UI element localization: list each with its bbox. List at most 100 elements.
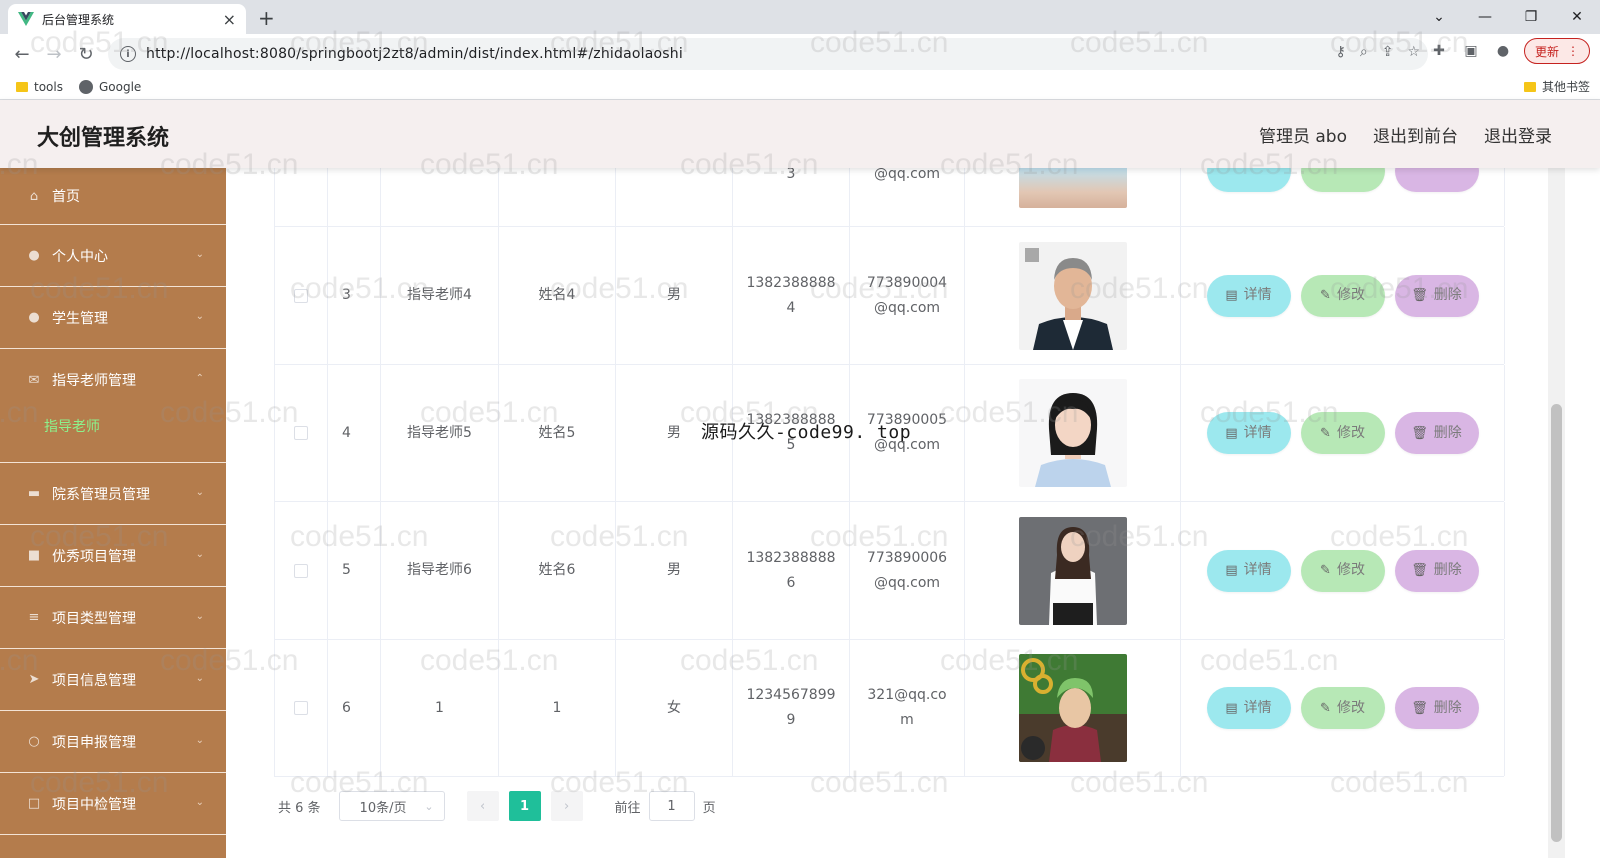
sidebar-item-teachers[interactable]: ✉ 指导老师管理 ⌃ 指导老师 — [0, 349, 226, 463]
page-number-active[interactable]: 1 — [508, 791, 541, 821]
delete-button[interactable]: 🗑 删除 — [1394, 412, 1479, 454]
row-checkbox[interactable] — [294, 701, 308, 715]
bookmark-label: Google — [98, 79, 142, 94]
chevron-down-icon: ⌄ — [195, 487, 204, 498]
detail-button[interactable]: ▤ 详情 — [1206, 274, 1291, 317]
browser-tab-bar: 后台管理系统 × + ⌄ — ❐ ✕ — [0, 0, 1600, 34]
edit-button[interactable]: ✎ 修改 — [1300, 687, 1385, 729]
phone-line-1: 1382388888 — [746, 549, 836, 566]
row-checkbox[interactable] — [294, 288, 308, 303]
next-page-button[interactable]: › — [550, 791, 583, 821]
detail-button[interactable]: ▤ 详情 — [1206, 412, 1291, 454]
tab-search-icon[interactable]: ⌄ — [1416, 0, 1462, 34]
bookmark-google[interactable]: Google — [78, 79, 142, 94]
exit-to-front-link[interactable]: 退出到前台 — [1373, 122, 1458, 147]
table-row: 3 指导老师4 姓名4 男 1382388888 4 773890004 @qq… — [274, 227, 1505, 365]
detail-button[interactable]: ▤ 详情 — [1206, 687, 1291, 729]
sidebar-item-project-types[interactable]: ≡ 项目类型管理 ⌄ — [0, 587, 226, 649]
side-panel-icon[interactable]: ▣ — [1460, 40, 1482, 62]
share-icon[interactable]: ⇪ — [1382, 44, 1394, 60]
man-portrait-photo — [1018, 241, 1127, 350]
sidebar-item-excellent-projects[interactable]: ■ 优秀项目管理 ⌄ — [0, 525, 226, 587]
back-icon[interactable]: ← — [6, 38, 38, 70]
row-checkbox[interactable] — [294, 426, 308, 440]
account-value: 指导老师4 — [407, 287, 472, 303]
app-title: 大创管理系统 — [37, 126, 170, 151]
restore-icon[interactable]: ❐ — [1508, 0, 1554, 34]
photo-cell — [965, 168, 1181, 226]
edit-label: 修改 — [1336, 287, 1365, 303]
square-icon: □ — [27, 796, 41, 811]
sidebar-item-midterm-check[interactable]: □ 项目中检管理 ⌄ — [0, 773, 226, 835]
chevron-down-icon: ⌄ — [195, 311, 204, 322]
delete-button[interactable]: 🗑 删除 — [1394, 549, 1479, 592]
zoom-icon[interactable]: ⌕ — [1360, 44, 1368, 60]
scrollbar-thumb[interactable] — [1551, 404, 1562, 842]
goto-page-input[interactable]: 1 — [648, 791, 695, 821]
page-size-select[interactable]: 10条/页 ⌄ — [338, 791, 445, 821]
sidebar-item-label: 个人中心 — [52, 248, 108, 265]
delete-button[interactable]: 🗑 删除 — [1394, 274, 1479, 317]
email-line-2: @qq.com — [873, 299, 941, 316]
circle-icon: ○ — [28, 734, 40, 749]
sidebar-item-home[interactable]: ⌂ 首页 — [0, 168, 226, 225]
anime-character-photo — [1018, 654, 1127, 762]
sidebar-item-dept-admins[interactable]: ▬ 院系管理员管理 ⌄ — [0, 463, 226, 525]
bookmark-tools[interactable]: tools — [16, 80, 63, 94]
sidebar-item-students[interactable]: ● 学生管理 ⌄ — [0, 287, 226, 349]
phone-line-1: 1382388888 — [746, 274, 836, 291]
table-row: 3 @qq.com — [274, 150, 1505, 227]
phone-cell: 3 — [733, 166, 850, 226]
pagination: 共 6 条 10条/页 ⌄ ‹ 1 › 前往 1 页 — [278, 790, 716, 822]
edit-button[interactable]: ✎ 修改 — [1300, 549, 1385, 592]
row-index: 3 — [342, 287, 351, 303]
reload-icon[interactable]: ↻ — [70, 38, 102, 70]
document-icon: ▤ — [1225, 425, 1238, 441]
sidebar-item-project-info[interactable]: ➤ 项目信息管理 ⌄ — [0, 649, 226, 711]
trash-icon: 🗑 — [1411, 563, 1428, 578]
document-icon: ▤ — [1225, 563, 1238, 578]
edit-button[interactable]: ✎ 修改 — [1300, 274, 1385, 317]
account-value: 指导老师6 — [407, 562, 472, 578]
url-text: http://localhost:8080/springbootj2zt8/ad… — [146, 46, 683, 62]
submenu-item-teacher[interactable]: 指导老师 — [44, 416, 100, 436]
logout-link[interactable]: 退出登录 — [1484, 122, 1552, 147]
info-icon[interactable]: i — [120, 46, 136, 62]
prev-page-button[interactable]: ‹ — [466, 791, 499, 821]
document-icon: ▤ — [1225, 700, 1238, 716]
app-header: 大创管理系统 管理员 abo 退出到前台 退出登录 — [0, 100, 1600, 168]
sidebar-item-profile[interactable]: ● 个人中心 ⌄ — [0, 225, 226, 287]
row-checkbox[interactable] — [294, 563, 308, 578]
star-icon[interactable]: ☆ — [1407, 44, 1420, 60]
sidebar-item-project-apply[interactable]: ○ 项目申报管理 ⌄ — [0, 711, 226, 773]
monitor-icon: ▬ — [27, 486, 41, 501]
close-tab-icon[interactable]: × — [223, 10, 236, 29]
edit-button[interactable]: ✎ 修改 — [1300, 412, 1385, 454]
gender-value: 男 — [667, 287, 681, 303]
url-bar[interactable]: i http://localhost:8080/springbootj2zt8/… — [108, 38, 1428, 70]
close-window-icon[interactable]: ✕ — [1554, 0, 1600, 34]
vertical-scrollbar[interactable] — [1548, 168, 1565, 858]
total-count: 共 6 条 — [278, 800, 321, 816]
puzzle-icon[interactable]: ✚ — [1428, 40, 1450, 62]
tab-title: 后台管理系统 — [42, 12, 115, 27]
sidebar-item-label: 指导老师管理 — [52, 373, 136, 389]
detail-button[interactable]: ▤ 详情 — [1206, 549, 1291, 592]
list-icon: ≡ — [28, 610, 40, 625]
address-bar-row: ← → ↻ i http://localhost:8080/springboot… — [0, 34, 1600, 74]
sidebar-item-label: 优秀项目管理 — [52, 548, 136, 565]
new-tab-button[interactable]: + — [258, 6, 275, 30]
delete-button[interactable]: 🗑 删除 — [1394, 687, 1479, 729]
trash-icon: 🗑 — [1411, 425, 1428, 441]
more-menu-icon[interactable]: ⋮ — [1567, 44, 1579, 58]
bookmarks-bar: tools Google 其他书签 — [0, 74, 1600, 100]
forward-icon[interactable]: → — [38, 38, 70, 70]
admin-user-label: 管理员 abo — [1258, 127, 1347, 147]
minimize-icon[interactable]: — — [1462, 0, 1508, 34]
profile-icon[interactable]: ● — [1492, 40, 1514, 62]
update-button[interactable]: 更新 ⋮ — [1523, 38, 1590, 64]
sidebar-item-label: 学生管理 — [52, 310, 108, 327]
key-icon[interactable]: ⚷ — [1336, 44, 1346, 60]
other-bookmarks[interactable]: 其他书签 — [1523, 78, 1590, 95]
browser-tab[interactable]: 后台管理系统 × — [8, 4, 246, 34]
